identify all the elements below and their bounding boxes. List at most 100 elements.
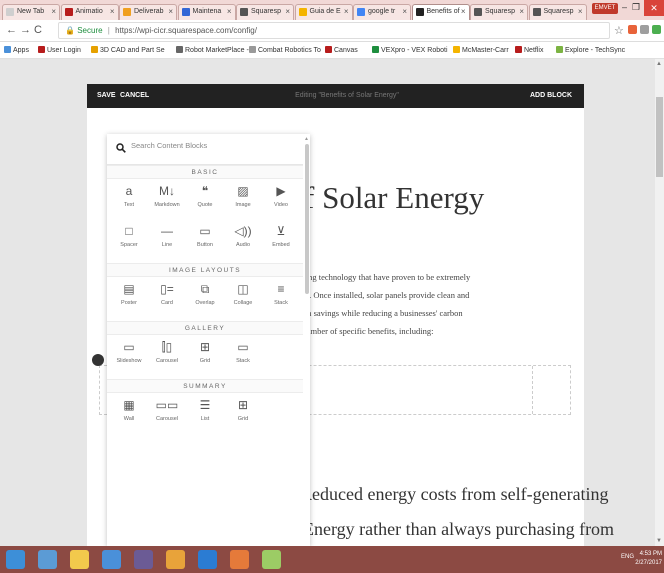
url-input[interactable]: 🔒 Secure | https://wpi-cicr.squarespace.… — [58, 22, 610, 39]
bookmark-item[interactable]: McMaster-Carr — [453, 46, 509, 54]
block-option-list[interactable]: ☰ List — [186, 395, 224, 435]
block-option-slideshow[interactable]: ▭ Slideshow — [110, 337, 148, 377]
save-button[interactable]: SAVE — [97, 84, 116, 108]
extension-icon[interactable] — [640, 25, 649, 34]
tab-favicon-icon — [532, 8, 541, 16]
extension-icon[interactable] — [652, 25, 661, 34]
block-option-poster[interactable]: ▤ Poster — [110, 279, 148, 319]
block-option-markdown[interactable]: M↓ Markdown — [148, 181, 186, 221]
page-scrollbar[interactable]: ▲ ▼ — [655, 59, 664, 546]
block-option-embed[interactable]: ⊻ Embed — [262, 221, 300, 261]
bookmark-star-icon[interactable]: ☆ — [614, 24, 624, 37]
section-heading[interactable]: Energy rather than always purchasing fro… — [303, 519, 614, 540]
block-option-grid[interactable]: ⊞ Grid — [186, 337, 224, 377]
block-option-line[interactable]: — Line — [148, 221, 186, 261]
scroll-down-icon[interactable]: ▼ — [656, 538, 662, 544]
browser-tab[interactable]: New Tab × — [2, 4, 60, 20]
block-option-overlap[interactable]: ⧉ Overlap — [186, 279, 224, 319]
user-profile-chip[interactable]: EMVET — [592, 3, 618, 14]
tab-close-icon[interactable]: × — [578, 5, 583, 19]
extension-icon[interactable] — [628, 25, 637, 34]
scroll-up-icon[interactable]: ▲ — [656, 61, 662, 67]
start-icon[interactable] — [6, 550, 25, 569]
tab-close-icon[interactable]: × — [227, 5, 232, 19]
bookmark-item[interactable]: Combat Robotics To — [249, 46, 321, 54]
body-paragraph[interactable]: cing technology that have proven to be e… — [302, 268, 522, 340]
picker-scrollbar[interactable]: ▲ — [304, 136, 309, 544]
scrollbar-thumb[interactable] — [305, 144, 309, 294]
bookmark-item[interactable]: VEXpro - VEX Roboti — [372, 46, 448, 54]
paint-icon[interactable] — [230, 550, 249, 569]
browser-tab[interactable]: google tr × — [353, 4, 411, 20]
media-player-icon[interactable] — [102, 550, 121, 569]
tab-close-icon[interactable]: × — [402, 5, 407, 19]
reload-icon[interactable]: C — [34, 24, 42, 36]
insert-point-handle[interactable] — [92, 354, 104, 366]
block-option-wall[interactable]: ▦ Wall — [110, 395, 148, 435]
bookmark-item[interactable]: Canvas — [325, 46, 358, 54]
block-option-text[interactable]: a Text — [110, 181, 148, 221]
outlook-icon[interactable] — [198, 550, 217, 569]
tab-close-icon[interactable]: × — [461, 5, 466, 19]
tab-favicon-icon — [240, 8, 248, 16]
block-option-label: Stack — [236, 358, 250, 364]
bookmark-item[interactable]: Explore - TechSync — [556, 46, 625, 54]
cancel-button[interactable]: CANCEL — [120, 84, 149, 108]
browser-tab[interactable]: Squaresp × — [528, 4, 587, 20]
block-option-spacer[interactable]: □ Spacer — [110, 221, 148, 261]
block-option-grid[interactable]: ⊞ Grid — [224, 395, 262, 435]
tab-close-icon[interactable]: × — [110, 5, 115, 19]
bookmark-item[interactable]: User Login — [38, 46, 81, 54]
app-icon[interactable] — [262, 550, 281, 569]
block-option-quote[interactable]: ❝ Quote — [186, 181, 224, 221]
app-icon[interactable] — [134, 550, 153, 569]
internet-explorer-icon[interactable] — [38, 550, 57, 569]
back-icon[interactable]: ← — [6, 24, 17, 36]
window-close-icon[interactable]: ✕ — [644, 0, 664, 16]
tab-close-icon[interactable]: × — [344, 5, 349, 19]
browser-tab[interactable]: Maintena × — [177, 4, 236, 20]
add-block-button[interactable]: ADD BLOCK — [530, 84, 572, 108]
page-title[interactable]: f Solar Energy — [304, 180, 484, 216]
browser-tab[interactable]: Guia de E × — [294, 4, 353, 20]
system-clock[interactable]: 4:53 PM 2/27/2017 — [635, 550, 662, 568]
block-option-image[interactable]: ▨ Image — [224, 181, 262, 221]
section-heading[interactable]: Reduced energy costs from self-generatin… — [300, 484, 609, 505]
language-indicator[interactable]: ENG — [621, 554, 634, 560]
browser-tab[interactable]: Deliverab × — [119, 4, 177, 20]
minimize-icon[interactable]: – — [622, 2, 627, 12]
tab-close-icon[interactable]: × — [168, 5, 173, 19]
maximize-icon[interactable]: ❐ — [632, 2, 640, 13]
url-divider: | — [107, 26, 110, 35]
block-option-stack[interactable]: ≡ Stack — [262, 279, 300, 319]
tab-close-icon[interactable]: × — [285, 5, 290, 19]
bookmark-item[interactable]: Apps — [4, 46, 29, 54]
block-option-button[interactable]: ▭ Button — [186, 221, 224, 261]
scrollbar-thumb[interactable] — [656, 97, 663, 177]
block-option-carousel[interactable]: ⫿▯ Carousel — [148, 337, 186, 377]
chrome-icon[interactable] — [166, 550, 185, 569]
tab-title: Animatio — [75, 8, 103, 15]
block-option-video[interactable]: ▶ Video — [262, 181, 300, 221]
tab-close-icon[interactable]: × — [519, 5, 524, 19]
block-option-collage[interactable]: ◫ Collage — [224, 279, 262, 319]
editing-status: Editing "Benefits of Solar Energy" — [295, 92, 399, 99]
forward-icon[interactable]: → — [20, 24, 31, 36]
bookmark-item[interactable]: Netflix — [515, 46, 543, 54]
browser-tab[interactable]: Benefits of × — [411, 4, 470, 20]
file-explorer-icon[interactable] — [70, 550, 89, 569]
block-option-stack[interactable]: ▭ Stack — [224, 337, 262, 377]
block-option-card[interactable]: ▯= Card — [148, 279, 186, 319]
block-option-audio[interactable]: ◁)) Audio — [224, 221, 262, 261]
scroll-up-icon[interactable]: ▲ — [304, 136, 309, 142]
browser-tab[interactable]: Animatio × — [60, 4, 119, 20]
browser-tab[interactable]: Squaresp × — [236, 4, 294, 20]
search-input[interactable] — [131, 141, 291, 150]
block-option-carousel[interactable]: ▭▭ Carousel — [148, 395, 186, 435]
bookmark-item[interactable]: 3D CAD and Part Se — [91, 46, 165, 54]
card-block-icon: ▯= — [160, 282, 174, 296]
body-line: cing technology that have proven to be e… — [302, 272, 471, 282]
tab-close-icon[interactable]: × — [51, 5, 56, 19]
bookmark-item[interactable]: Robot MarketPlace - — [176, 46, 249, 54]
browser-tab[interactable]: Squaresp × — [470, 4, 528, 20]
